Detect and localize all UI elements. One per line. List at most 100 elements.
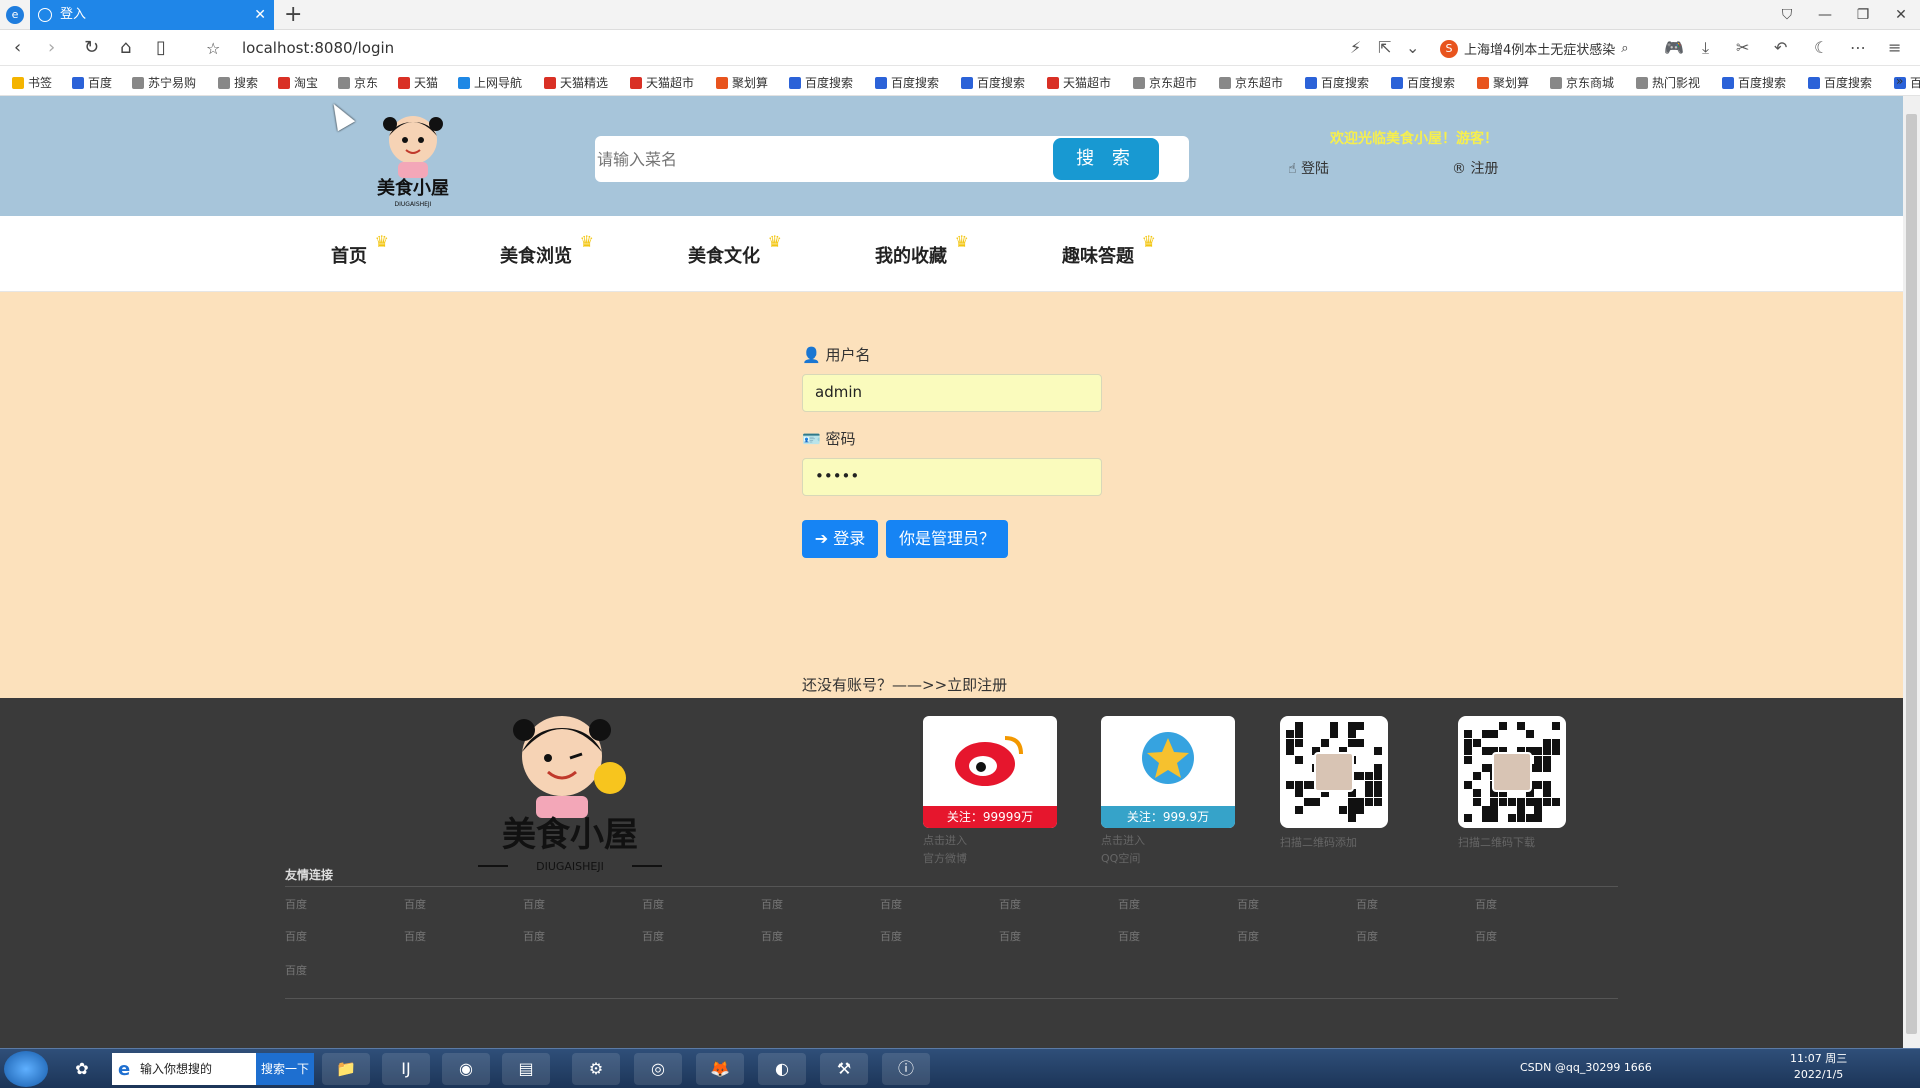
friend-link[interactable]: 百度	[880, 928, 902, 944]
info-icon[interactable]: ⓘ	[882, 1053, 930, 1085]
menu-icon[interactable]: ≡	[1888, 38, 1901, 57]
more-icon[interactable]: ⋯	[1850, 38, 1866, 57]
home-icon[interactable]: ⌂	[120, 37, 131, 58]
register-link[interactable]: ® 注册	[1452, 158, 1498, 178]
bookmark-item[interactable]: 天猫	[398, 74, 438, 91]
friend-link[interactable]: 百度	[523, 896, 545, 912]
friend-link[interactable]: 百度	[1118, 896, 1140, 912]
bookmark-item[interactable]: 天猫精选	[544, 74, 608, 91]
bookmark-item[interactable]: 天猫超市	[1047, 74, 1111, 91]
colorful-app-icon[interactable]: ✿	[58, 1053, 106, 1085]
reload-icon[interactable]: ↻	[84, 37, 99, 58]
minimize-icon[interactable]: —	[1806, 0, 1844, 30]
friend-link[interactable]: 百度	[285, 962, 307, 978]
url-field[interactable]: localhost:8080/login	[242, 39, 394, 57]
qq-zone-card[interactable]: 关注：999.9万	[1101, 716, 1235, 828]
qr-code-download[interactable]	[1458, 716, 1566, 828]
register-prompt[interactable]: 还没有账号？——>>立即注册	[802, 674, 1007, 695]
menu-item-quiz[interactable]: 趣味答题 ♛	[1062, 232, 1156, 268]
restore-icon[interactable]: ❐	[1844, 0, 1882, 30]
bookmark-item[interactable]: 京东	[338, 74, 378, 91]
bookmark-item[interactable]: 热门影视	[1636, 74, 1700, 91]
moon-icon[interactable]: ☾	[1814, 38, 1828, 57]
friend-link[interactable]: 百度	[642, 896, 664, 912]
bookmark-item[interactable]: 百度搜索	[1305, 74, 1369, 91]
undo-icon[interactable]: ↶	[1774, 38, 1787, 57]
bookmark-item[interactable]: 聚划算	[716, 74, 768, 91]
friend-link[interactable]: 百度	[761, 896, 783, 912]
explorer-icon[interactable]: ▤	[502, 1053, 550, 1085]
start-button[interactable]	[4, 1051, 48, 1087]
browser-tab[interactable]: 登入 ✕	[30, 0, 274, 30]
orange-app-icon[interactable]: ⚙	[572, 1053, 620, 1085]
bookmark-item[interactable]: 天猫超市	[630, 74, 694, 91]
bookmark-item[interactable]: 苏宁易购	[132, 74, 196, 91]
friend-link[interactable]: 百度	[404, 928, 426, 944]
chevron-down-icon[interactable]: ⌄	[1406, 38, 1419, 57]
friend-link[interactable]: 百度	[1237, 928, 1259, 944]
bookmark-item[interactable]: 淘宝	[278, 74, 318, 91]
bookmark-item[interactable]: 上网导航	[458, 74, 522, 91]
new-tab-button[interactable]: +	[284, 2, 302, 27]
browser-icon[interactable]: ◐	[758, 1053, 806, 1085]
admin-button[interactable]: 你是管理员？	[886, 520, 1008, 558]
vertical-scrollbar[interactable]	[1903, 96, 1920, 1048]
menu-item-home[interactable]: 首页 ♛	[331, 232, 389, 268]
chrome-icon[interactable]: ◉	[442, 1053, 490, 1085]
search-icon[interactable]: ⌕	[1621, 41, 1628, 56]
friend-link[interactable]: 百度	[404, 896, 426, 912]
star-icon[interactable]: ☆	[206, 39, 220, 58]
bookmark-item[interactable]: 京东超市	[1133, 74, 1197, 91]
login-link[interactable]: ☝ 登陆	[1288, 158, 1329, 178]
firefox-icon[interactable]: 🦊	[696, 1053, 744, 1085]
system-tray[interactable]: CSDN @qq_30299 1666	[1520, 1061, 1652, 1074]
taskbar-search-button[interactable]: 搜索一下	[256, 1053, 314, 1085]
friend-link[interactable]: 百度	[642, 928, 664, 944]
bookmarks-overflow-icon[interactable]: »	[1896, 74, 1903, 88]
reader-icon[interactable]: ▯	[156, 37, 166, 58]
friend-link[interactable]: 百度	[880, 896, 902, 912]
friend-link[interactable]: 百度	[1475, 896, 1497, 912]
folder-icon[interactable]: 📁	[322, 1053, 370, 1085]
search-input[interactable]	[595, 136, 1055, 182]
menu-item-browse[interactable]: 美食浏览 ♛	[500, 232, 594, 268]
menu-item-culture[interactable]: 美食文化 ♛	[688, 232, 782, 268]
site-logo[interactable]: 美食小屋 DIUGAISHEJI	[358, 102, 468, 212]
friend-link[interactable]: 百度	[1475, 928, 1497, 944]
weibo-card[interactable]: 关注：99999万	[923, 716, 1057, 828]
intellij-icon[interactable]: IJ	[382, 1053, 430, 1085]
media-icon[interactable]: ◎	[634, 1053, 682, 1085]
game-icon[interactable]: 🎮	[1664, 38, 1684, 57]
shirt-icon[interactable]: ⛉	[1768, 0, 1806, 30]
login-button[interactable]: ➔ 登录	[802, 520, 878, 558]
close-window-icon[interactable]: ✕	[1882, 0, 1920, 30]
share-icon[interactable]: ⇱	[1378, 38, 1391, 57]
password-field[interactable]: •••••	[802, 458, 1102, 496]
flash-icon[interactable]: ⚡	[1350, 38, 1361, 57]
friend-link[interactable]: 百度	[523, 928, 545, 944]
scissors-icon[interactable]: ✂	[1736, 38, 1749, 57]
bookmark-item[interactable]: 百度搜索	[1808, 74, 1872, 91]
bookmark-item[interactable]: 书签	[12, 74, 52, 91]
friend-link[interactable]: 百度	[285, 928, 307, 944]
download-icon[interactable]: ⤓	[1702, 38, 1709, 58]
friend-link[interactable]: 百度	[1356, 928, 1378, 944]
bookmark-item[interactable]: 百度搜索	[875, 74, 939, 91]
friend-link[interactable]: 百度	[761, 928, 783, 944]
bookmark-item[interactable]: 搜索	[218, 74, 258, 91]
friend-link[interactable]: 百度	[1237, 896, 1259, 912]
tool-icon[interactable]: ⚒	[820, 1053, 868, 1085]
friend-link[interactable]: 百度	[1118, 928, 1140, 944]
clock[interactable]: 11:07 周三 2022/1/5	[1790, 1051, 1847, 1083]
bookmark-item[interactable]: 百度搜索	[1391, 74, 1455, 91]
bookmark-item[interactable]: 百度搜索	[1722, 74, 1786, 91]
qr-code-add[interactable]	[1280, 716, 1388, 828]
bookmark-item[interactable]: 京东超市	[1219, 74, 1283, 91]
bookmark-item[interactable]: 百度	[72, 74, 112, 91]
bookmark-item[interactable]: 百度搜索	[961, 74, 1025, 91]
menu-item-favorites[interactable]: 我的收藏 ♛	[875, 232, 969, 268]
close-icon[interactable]: ✕	[254, 0, 266, 30]
bookmark-item[interactable]: 聚划算	[1477, 74, 1529, 91]
username-field[interactable]: admin	[802, 374, 1102, 412]
friend-link[interactable]: 百度	[999, 896, 1021, 912]
